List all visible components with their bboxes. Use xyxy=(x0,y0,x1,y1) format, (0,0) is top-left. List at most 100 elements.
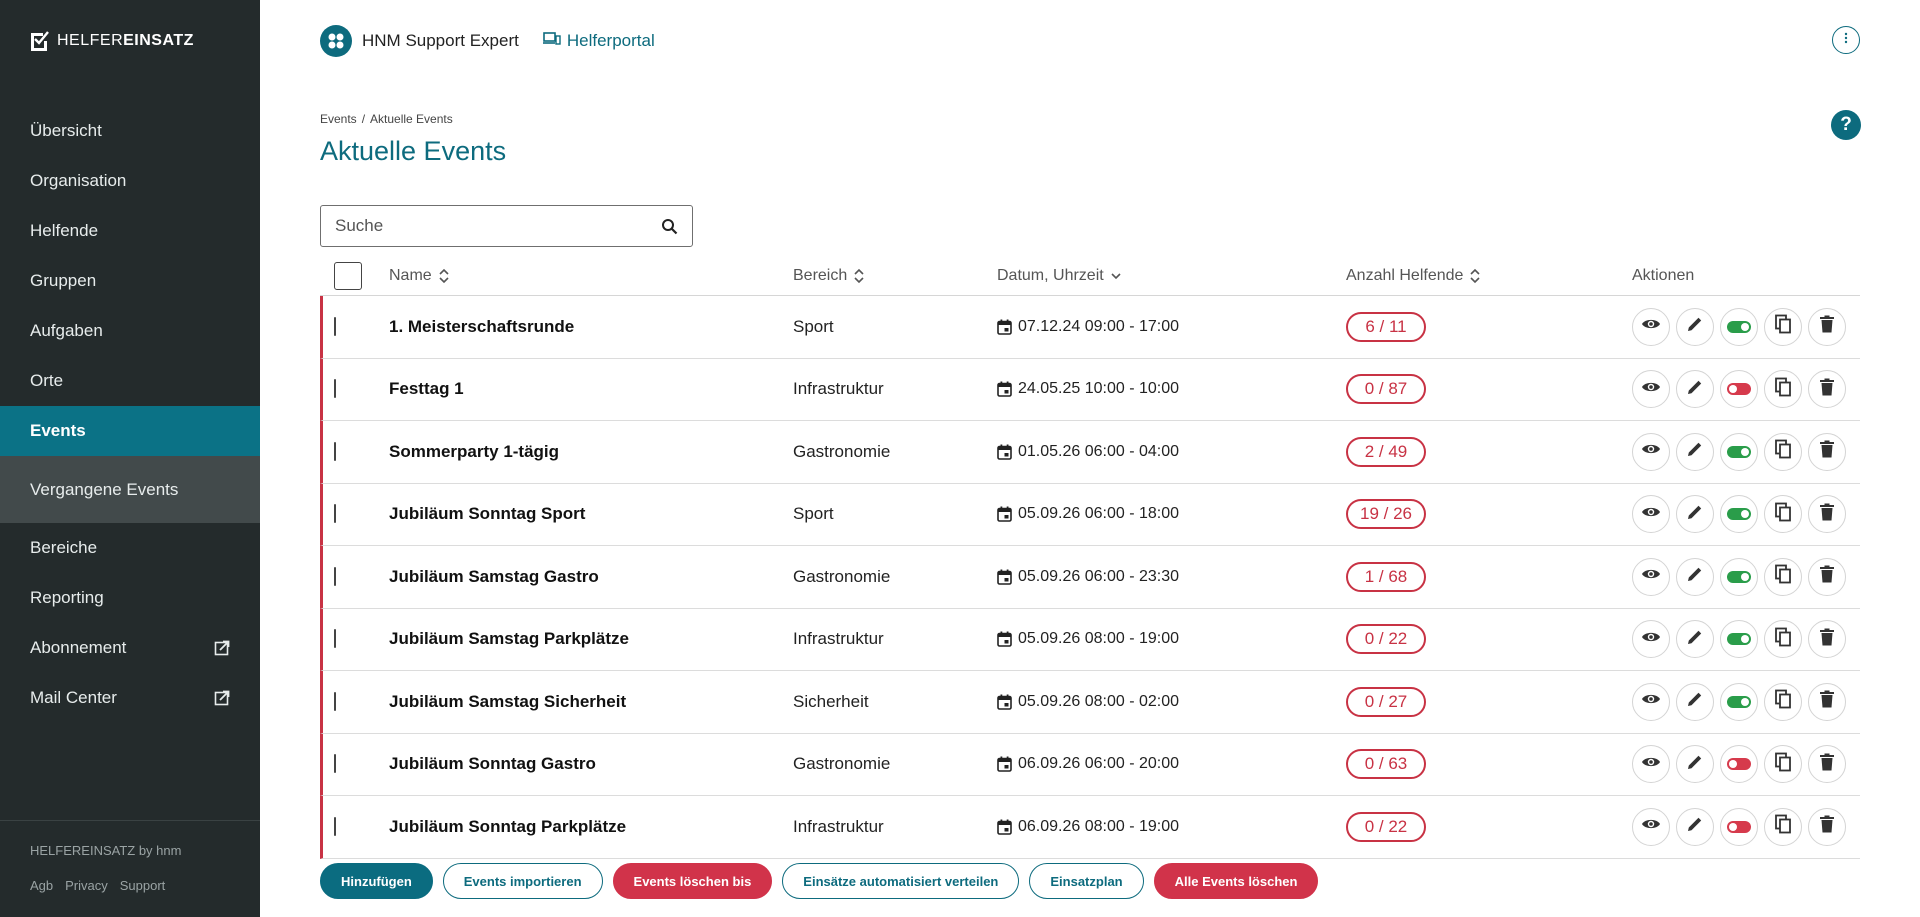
sidebar-item-helfende[interactable]: Helfende xyxy=(0,206,260,256)
search-input[interactable] xyxy=(321,207,641,245)
column-anzahl[interactable]: Anzahl Helfende xyxy=(1346,267,1632,285)
delete-button[interactable] xyxy=(1808,495,1846,534)
sidebar-item-reporting[interactable]: Reporting xyxy=(0,573,260,623)
duplicate-button[interactable] xyxy=(1764,807,1802,846)
delete-button[interactable] xyxy=(1808,557,1846,596)
table-row[interactable]: Jubiläum Sonntag Sport Sport 05.09.26 06:0… xyxy=(320,483,1860,546)
delete-button[interactable] xyxy=(1808,807,1846,846)
edit-button[interactable] xyxy=(1676,807,1714,846)
edit-button[interactable] xyxy=(1676,432,1714,471)
edit-button[interactable] xyxy=(1676,370,1714,409)
table-row[interactable]: Jubiläum Sonntag Parkplätze Infrastruktur… xyxy=(320,796,1860,859)
duplicate-button[interactable] xyxy=(1764,620,1802,659)
view-button[interactable] xyxy=(1632,807,1670,846)
table-row[interactable]: Festtag 1 Infrastruktur 24.05.25 10:00 - 1… xyxy=(320,358,1860,421)
active-toggle-button[interactable] xyxy=(1720,432,1758,471)
footer-link-agb[interactable]: Agb xyxy=(30,878,53,893)
delete-all-events-button[interactable]: Alle Events löschen xyxy=(1153,863,1319,899)
row-checkbox[interactable] xyxy=(334,816,336,836)
row-checkbox[interactable] xyxy=(334,504,336,524)
delete-button[interactable] xyxy=(1808,432,1846,471)
search-icon[interactable] xyxy=(661,218,678,235)
duplicate-button[interactable] xyxy=(1764,557,1802,596)
row-checkbox[interactable] xyxy=(334,379,336,399)
sidebar-item-bereiche[interactable]: Bereiche xyxy=(0,523,260,573)
edit-button[interactable] xyxy=(1676,745,1714,784)
auto-assign-button[interactable]: Einsätze automatisiert verteilen xyxy=(782,863,1020,899)
table-row[interactable]: Jubiläum Samstag Gastro Gastronomie 05.09.… xyxy=(320,546,1860,609)
sidebar-item-aufgaben[interactable]: Aufgaben xyxy=(0,306,260,356)
active-toggle-button[interactable] xyxy=(1720,682,1758,721)
edit-button[interactable] xyxy=(1676,682,1714,721)
view-button[interactable] xyxy=(1632,682,1670,721)
event-name[interactable]: Jubiläum Sonntag Parkplätze xyxy=(389,817,626,836)
table-row[interactable]: Jubiläum Sonntag Gastro Gastronomie 06.09.… xyxy=(320,733,1860,796)
column-name[interactable]: Name xyxy=(389,267,793,285)
active-toggle-button[interactable] xyxy=(1720,620,1758,659)
event-name[interactable]: Jubiläum Sonntag Gastro xyxy=(389,754,596,773)
edit-button[interactable] xyxy=(1676,557,1714,596)
active-toggle-button[interactable] xyxy=(1720,557,1758,596)
view-button[interactable] xyxy=(1632,307,1670,346)
row-checkbox[interactable] xyxy=(334,629,336,649)
organization-logo-icon[interactable] xyxy=(320,25,352,57)
event-name[interactable]: Festtag 1 xyxy=(389,379,464,398)
sidebar-item-gruppen[interactable]: Gruppen xyxy=(0,256,260,306)
event-name[interactable]: Jubiläum Samstag Gastro xyxy=(389,567,599,586)
edit-button[interactable] xyxy=(1676,307,1714,346)
event-name[interactable]: Jubiläum Samstag Parkplätze xyxy=(389,629,629,648)
view-button[interactable] xyxy=(1632,745,1670,784)
view-button[interactable] xyxy=(1632,495,1670,534)
delete-button[interactable] xyxy=(1808,745,1846,784)
add-event-button[interactable]: Hinzufügen xyxy=(320,863,433,899)
edit-button[interactable] xyxy=(1676,495,1714,534)
helferportal-link[interactable]: Helferportal xyxy=(542,31,655,52)
row-checkbox[interactable] xyxy=(334,754,336,774)
delete-button[interactable] xyxy=(1808,682,1846,721)
row-checkbox[interactable] xyxy=(334,441,336,461)
row-checkbox[interactable] xyxy=(334,566,336,586)
sidebar-item-uebersicht[interactable]: Übersicht xyxy=(0,106,260,156)
duplicate-button[interactable] xyxy=(1764,682,1802,721)
event-name[interactable]: Sommerparty 1-tägig xyxy=(389,442,559,461)
duplicate-button[interactable] xyxy=(1764,495,1802,534)
view-button[interactable] xyxy=(1632,432,1670,471)
duplicate-button[interactable] xyxy=(1764,307,1802,346)
table-row[interactable]: 1. Meisterschaftsrunde Sport 07.12.24 09:0… xyxy=(320,296,1860,359)
delete-button[interactable] xyxy=(1808,307,1846,346)
active-toggle-button[interactable] xyxy=(1720,307,1758,346)
sidebar-item-mail-center[interactable]: Mail Center xyxy=(0,673,260,723)
view-button[interactable] xyxy=(1632,620,1670,659)
sidebar-item-orte[interactable]: Orte xyxy=(0,356,260,406)
sidebar-item-organisation[interactable]: Organisation xyxy=(0,156,260,206)
duplicate-button[interactable] xyxy=(1764,432,1802,471)
delete-button[interactable] xyxy=(1808,370,1846,409)
import-events-button[interactable]: Events importieren xyxy=(442,863,603,899)
column-datum[interactable]: Datum, Uhrzeit xyxy=(997,267,1346,285)
active-toggle-button[interactable] xyxy=(1720,495,1758,534)
sidebar-item-events[interactable]: Events xyxy=(0,406,260,456)
more-options-button[interactable] xyxy=(1832,26,1860,54)
active-toggle-button[interactable] xyxy=(1720,370,1758,409)
help-button[interactable]: ? xyxy=(1831,110,1861,140)
duplicate-button[interactable] xyxy=(1764,370,1802,409)
table-row[interactable]: Sommerparty 1-tägig Gastronomie 01.05.26 0… xyxy=(320,421,1860,484)
event-name[interactable]: 1. Meisterschaftsrunde xyxy=(389,317,574,336)
delete-button[interactable] xyxy=(1808,620,1846,659)
active-toggle-button[interactable] xyxy=(1720,745,1758,784)
edit-button[interactable] xyxy=(1676,620,1714,659)
breadcrumb-events[interactable]: Events xyxy=(320,112,357,126)
event-name[interactable]: Jubiläum Samstag Sicherheit xyxy=(389,692,626,711)
table-row[interactable]: Jubiläum Samstag Sicherheit Sicherheit 05.… xyxy=(320,671,1860,734)
delete-events-until-button[interactable]: Events löschen bis xyxy=(612,863,773,899)
column-bereich[interactable]: Bereich xyxy=(793,267,997,285)
sidebar-item-vergangene-events[interactable]: Vergangene Events xyxy=(0,456,260,523)
schedule-button[interactable]: Einsatzplan xyxy=(1029,863,1144,899)
duplicate-button[interactable] xyxy=(1764,745,1802,784)
view-button[interactable] xyxy=(1632,370,1670,409)
table-row[interactable]: Jubiläum Samstag Parkplätze Infrastruktur… xyxy=(320,608,1860,671)
select-all-checkbox[interactable] xyxy=(334,261,362,290)
event-name[interactable]: Jubiläum Sonntag Sport xyxy=(389,504,585,523)
row-checkbox[interactable] xyxy=(334,316,336,336)
sidebar-item-abonnement[interactable]: Abonnement xyxy=(0,623,260,673)
